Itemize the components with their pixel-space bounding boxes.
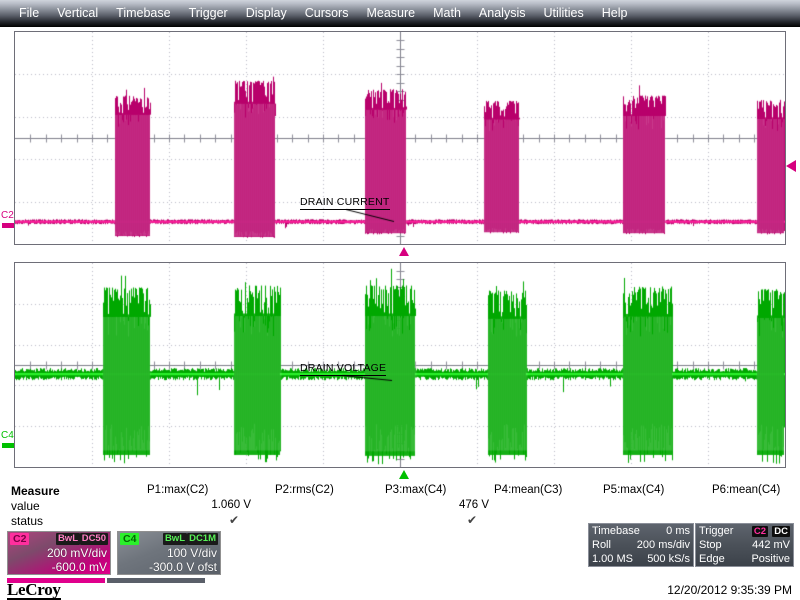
channel-descriptor-c2[interactable]: C2 BwL DC50 200 mV/div -600.0 mV <box>7 531 111 575</box>
menu-item-utilities[interactable]: Utilities <box>534 0 592 27</box>
measurement-column-p1-name[interactable]: P1:max(C2) <box>147 484 251 496</box>
trigger-level-arrow-icon[interactable] <box>786 160 796 172</box>
menu-item-vertical[interactable]: Vertical <box>48 0 107 27</box>
channel-descriptor-c4[interactable]: C4 BwL DC1M 100 V/div -300.0 V ofst <box>117 531 221 575</box>
timestamp: 12/20/2012 9:35:39 PM <box>667 583 792 597</box>
menu-item-help[interactable]: Help <box>593 0 637 27</box>
menu-item-trigger[interactable]: Trigger <box>180 0 237 27</box>
channel-ref-marker-c4-label[interactable]: C4 <box>1 431 14 441</box>
channel-c4-coupling[interactable]: DC1M <box>187 533 218 545</box>
trigger-position-arrow-top-icon[interactable] <box>399 247 409 256</box>
menu-item-file[interactable]: File <box>10 0 48 27</box>
measurement-column-p4-name[interactable]: P4:mean(C3) <box>494 484 598 496</box>
timebase-title: Timebase <box>592 525 640 537</box>
measurement-value-row: value 1.060 V 476 V <box>0 499 800 514</box>
waveform-trace-c4 <box>15 263 785 467</box>
annotation-drain-current: DRAIN CURRENT <box>300 196 390 210</box>
trigger-source-badge[interactable]: C2 <box>751 526 768 537</box>
menu-item-math[interactable]: Math <box>424 0 470 27</box>
menu-item-measure[interactable]: Measure <box>357 0 424 27</box>
measure-heading: Measure <box>11 484 60 498</box>
menu-item-display[interactable]: Display <box>237 0 296 27</box>
timebase-delay: 0 ms <box>666 525 690 537</box>
measure-value-label: value <box>11 499 40 513</box>
trigger-state[interactable]: Stop <box>699 539 722 552</box>
channel-c4-scale: 100 V/div <box>166 546 217 560</box>
channel-descriptor-c2-header: C2 BwL DC50 <box>8 533 110 546</box>
trigger-coupling-badge[interactable]: DC <box>772 526 790 537</box>
trigger-title: Trigger <box>699 525 734 537</box>
waveform-grid-top[interactable] <box>14 31 786 245</box>
menu-item-cursors[interactable]: Cursors <box>296 0 358 27</box>
channel-ref-marker-c4-handle[interactable] <box>2 443 14 448</box>
channel-c2-offset: -600.0 mV <box>51 560 107 574</box>
waveform-grid-bottom[interactable] <box>14 262 786 468</box>
waveform-trace-c2 <box>15 32 785 244</box>
menu-item-analysis[interactable]: Analysis <box>470 0 535 27</box>
trigger-position-arrow-bottom-icon[interactable] <box>399 470 409 479</box>
trigger-panel[interactable]: Trigger C2 DC Stop 442 mV Edge Positive <box>695 523 794 567</box>
channel-c4-offset: -300.0 V ofst <box>148 560 217 574</box>
menu-bar: File Vertical Timebase Trigger Display C… <box>0 0 800 27</box>
measurement-status-p1: ✔ <box>228 513 239 527</box>
timebase-scale[interactable]: 200 ms/div <box>637 539 690 552</box>
trigger-type[interactable]: Edge <box>699 553 725 566</box>
channel-descriptor-c4-header: C4 BwL DC1M <box>118 533 220 546</box>
channel-tag-c2[interactable]: C2 <box>10 533 30 545</box>
channel-c4-bandwidth[interactable]: BwL <box>162 533 187 545</box>
measurement-column-p2-name[interactable]: P2:rms(C2) <box>275 484 379 496</box>
trigger-level[interactable]: 442 mV <box>752 539 790 552</box>
measurement-header-row: Measure P1:max(C2) P2:rms(C2) P3:max(C4)… <box>0 484 800 499</box>
timebase-sample-rate: 500 kS/s <box>647 553 690 565</box>
measurement-value-p1: 1.060 V <box>211 499 251 511</box>
lecroy-logo: LeCroy <box>7 580 61 600</box>
menu-item-timebase[interactable]: Timebase <box>107 0 179 27</box>
channel-tag-c4[interactable]: C4 <box>120 533 140 545</box>
timebase-panel[interactable]: Timebase 0 ms Roll 200 ms/div 1.00 MS 50… <box>588 523 694 567</box>
measurement-value-p3: 476 V <box>458 499 489 511</box>
logo-accent-bar-gray <box>107 578 205 583</box>
channel-c2-coupling[interactable]: DC50 <box>79 533 108 545</box>
timebase-memory: 1.00 MS <box>592 553 633 565</box>
trigger-slope[interactable]: Positive <box>751 553 790 566</box>
timebase-mode[interactable]: Roll <box>592 539 611 552</box>
measurement-column-p3-name[interactable]: P3:max(C4) <box>385 484 489 496</box>
channel-ref-marker-c2-label[interactable]: C2 <box>1 211 14 221</box>
measurement-column-p5-name[interactable]: P5:max(C4) <box>603 484 707 496</box>
annotation-drain-voltage: DRAIN VOLTAGE <box>300 362 387 376</box>
channel-ref-marker-c2-handle[interactable] <box>2 223 14 228</box>
measurement-column-p6-name[interactable]: P6:mean(C4) <box>712 484 800 496</box>
measure-status-label: status <box>11 514 44 528</box>
channel-c2-bandwidth[interactable]: BwL <box>55 533 80 545</box>
measurement-status-p3: ✔ <box>466 513 477 527</box>
channel-c2-scale: 200 mV/div <box>46 546 107 560</box>
